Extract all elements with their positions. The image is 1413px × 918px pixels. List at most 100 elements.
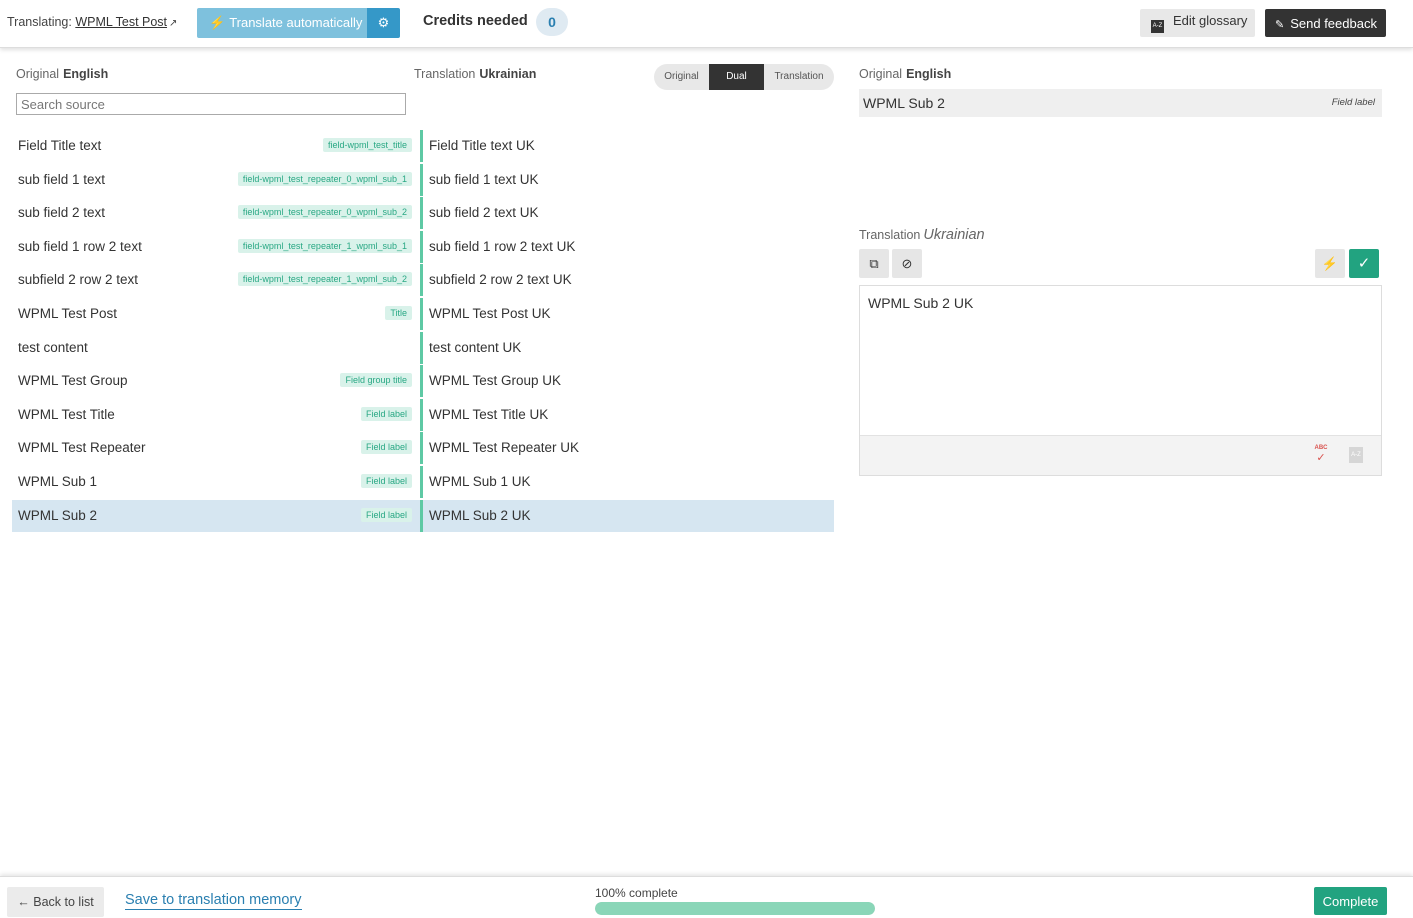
segment-status-bar	[420, 365, 423, 397]
segment-status-bar	[420, 264, 423, 296]
segment-field-tag: Title	[385, 306, 412, 320]
lightning-icon: ⚡	[1321, 256, 1339, 271]
segment-source-text: sub field 1 row 2 text	[18, 239, 142, 254]
segment-source-text: subfield 2 row 2 text	[18, 272, 139, 287]
translation-label: Translation	[414, 67, 476, 81]
segment-source-text: test content	[18, 340, 88, 355]
hide-source-button[interactable]: ⊘	[892, 249, 922, 278]
segment-row[interactable]: WPML Test Repeater Field label WPML Test R…	[12, 432, 834, 464]
glossary-term-icon[interactable]: A-Z	[1349, 447, 1363, 463]
eye-slash-icon: ⊘	[901, 256, 913, 271]
translating-info: Translating: WPML Test Post ↗	[7, 15, 177, 29]
copy-source-button[interactable]: ⧉	[859, 249, 889, 278]
external-link-icon[interactable]: ↗	[169, 18, 177, 29]
glossary-icon: A-Z	[1151, 20, 1164, 33]
segment-row[interactable]: WPML Test Group Field group title WPML Tes…	[12, 365, 834, 397]
search-source-input[interactable]	[16, 93, 406, 115]
credits-badge: 0	[536, 8, 568, 36]
back-to-list-button[interactable]: ← Back to list	[7, 887, 104, 917]
translation-language: Ukrainian	[479, 67, 537, 81]
segment-source-text: WPML Test Post	[18, 306, 118, 321]
segment-field-tag: Field group title	[340, 373, 412, 387]
segment-source-text: Field Title text	[18, 138, 102, 153]
complete-button[interactable]: Complete	[1314, 887, 1387, 915]
pencil-icon: ✎	[1275, 18, 1285, 31]
editor-original-text-box: WPML Sub 2 Field label	[859, 89, 1382, 117]
segment-field-tag: field-wpml_test_repeater_1_wpml_sub_2	[237, 272, 412, 286]
translating-label: Translating:	[7, 15, 72, 29]
editor-translation-label: Translation	[859, 228, 921, 242]
segment-translation-text: Field Title text UK	[429, 138, 535, 153]
segment-source-text: WPML Test Repeater	[18, 440, 146, 455]
save-to-translation-memory-link[interactable]: Save to translation memory	[125, 892, 302, 910]
segment-translation-text: sub field 1 row 2 text UK	[429, 239, 576, 254]
segment-translation-text: subfield 2 row 2 text UK	[429, 272, 572, 287]
send-feedback-label: Send feedback	[1290, 15, 1377, 31]
post-link[interactable]: WPML Test Post	[75, 15, 167, 29]
copy-icon: ⧉	[869, 256, 879, 271]
editor-original-tag: Field label	[1331, 97, 1375, 108]
segment-source-text: WPML Test Group	[18, 373, 128, 388]
segment-translation-text: WPML Test Group UK	[429, 373, 562, 388]
segment-row[interactable]: WPML Test Post Title WPML Test Post UK	[12, 298, 834, 330]
segment-translation-text: test content UK	[429, 340, 522, 355]
segment-field-tag: Field label	[360, 508, 412, 522]
segment-row[interactable]: sub field 2 text field-wpml_test_repeater…	[12, 197, 834, 229]
editor-original-header: Original English	[859, 67, 951, 81]
segment-translation-text: sub field 1 text UK	[429, 172, 539, 187]
progress-bar	[595, 902, 875, 915]
view-translation-option[interactable]: Translation	[764, 64, 834, 90]
translation-editor[interactable]: WPML Sub 2 UK ABC ✓ A-Z	[859, 285, 1382, 476]
segment-status-bar	[420, 500, 423, 532]
editor-original-label: Original	[859, 67, 903, 81]
segment-row[interactable]: WPML Sub 2 Field label WPML Sub 2 UK	[12, 500, 834, 532]
segment-translation-text: sub field 2 text UK	[429, 205, 539, 220]
segment-row[interactable]: subfield 2 row 2 text field-wpml_test_rep…	[12, 264, 834, 296]
segment-source-text: sub field 2 text	[18, 205, 106, 220]
confirm-translation-button[interactable]: ✓	[1349, 249, 1379, 278]
progress-label: 100% complete	[595, 886, 678, 900]
segment-row[interactable]: sub field 1 text field-wpml_test_repeater…	[12, 164, 834, 196]
segment-field-tag: Field label	[360, 440, 412, 454]
gear-icon: ⚙	[377, 15, 390, 30]
segment-status-bar	[420, 130, 423, 162]
segment-row[interactable]: test content test content UK	[12, 332, 834, 364]
segment-translation-text: WPML Test Repeater UK	[429, 440, 580, 455]
segment-status-bar	[420, 332, 423, 364]
auto-translate-settings-button[interactable]: ⚙	[367, 8, 400, 38]
view-mode-toggle: Original Dual Translation	[654, 64, 834, 90]
segment-row[interactable]: Field Title text field-wpml_test_title Fie…	[12, 130, 834, 162]
edit-glossary-button[interactable]: A-Z Edit glossary	[1140, 9, 1255, 37]
segment-row[interactable]: sub field 1 row 2 text field-wpml_test_re…	[12, 231, 834, 263]
segment-translation-text: WPML Test Title UK	[429, 407, 549, 422]
editor-original-language: English	[906, 67, 952, 81]
segment-translation-text: WPML Sub 1 UK	[429, 474, 531, 489]
segment-row[interactable]: WPML Sub 1 Field label WPML Sub 1 UK	[12, 466, 834, 498]
spellcheck-abc-text: ABC	[1314, 445, 1328, 451]
segment-translation-text: WPML Test Post UK	[429, 306, 551, 321]
editor-translation-header: Translation Ukrainian	[859, 227, 985, 243]
spellcheck-icon[interactable]: ABC ✓	[1313, 445, 1329, 465]
lightning-icon: ⚡	[209, 15, 226, 30]
translation-editor-text[interactable]: WPML Sub 2 UK	[868, 295, 973, 311]
check-icon: ✓	[1357, 255, 1371, 272]
segment-field-tag: field-wpml_test_repeater_0_wpml_sub_2	[237, 205, 412, 219]
edit-glossary-label: Edit glossary	[1173, 13, 1248, 28]
view-original-option[interactable]: Original	[654, 64, 709, 90]
segment-status-bar	[420, 298, 423, 330]
view-dual-option[interactable]: Dual	[709, 64, 764, 90]
segment-status-bar	[420, 399, 423, 431]
top-bar: Translating: WPML Test Post ↗ ⚡ Translate …	[0, 0, 1413, 48]
send-feedback-button[interactable]: ✎ Send feedback	[1265, 9, 1386, 37]
auto-translate-segment-button[interactable]: ⚡	[1315, 249, 1345, 278]
segment-row[interactable]: WPML Test Title Field label WPML Test Titl…	[12, 399, 834, 431]
credits-needed-label: Credits needed	[423, 13, 528, 29]
original-label: Original	[16, 67, 60, 81]
original-column-header: Original English	[16, 67, 108, 81]
editor-original-text: WPML Sub 2	[863, 95, 945, 111]
segment-status-bar	[420, 197, 423, 229]
segment-status-bar	[420, 164, 423, 196]
progress-fill	[595, 902, 875, 915]
segment-status-bar	[420, 432, 423, 464]
translate-automatically-button[interactable]: ⚡ Translate automatically	[197, 8, 367, 38]
